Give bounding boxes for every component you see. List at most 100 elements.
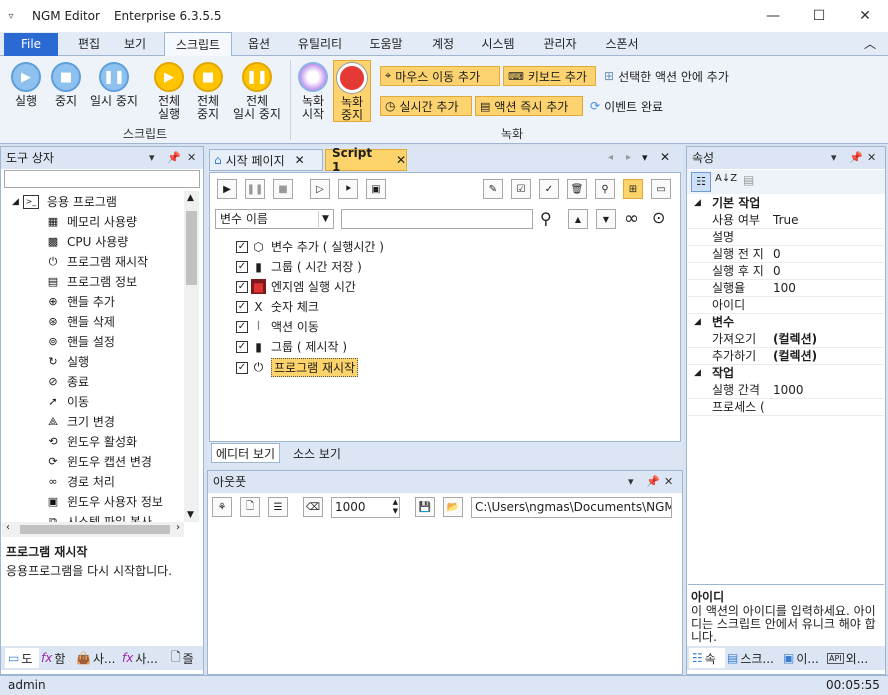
property-row[interactable]: 가져오기 (컬렉션) [688,331,884,348]
tab-image[interactable]: ▣ 이... [783,648,825,668]
dropdown-icon[interactable]: ▾ [628,471,634,493]
expand-icon[interactable]: ◢ [12,197,19,207]
step-over-icon[interactable]: ▣ [366,179,386,199]
tab-list-icon[interactable]: ▾ [642,151,648,164]
tab-external[interactable]: API 외... [827,648,881,668]
run-button[interactable]: ▶ 실행 [8,62,44,108]
action-row[interactable]: ✓ ▮ 그룹 ( 제시작 ) [236,338,347,355]
toolbox-item[interactable]: ▤ 프로그램 정보 [46,273,137,290]
toolbox-item[interactable]: ⏻ 프로그램 재시작 [46,253,148,270]
property-row[interactable]: 추가하기 (컬렉션) [688,348,884,365]
minimize-button[interactable]: — [750,0,796,32]
pin-icon[interactable]: 📌 [167,147,181,169]
toolbox-item[interactable]: ↻ 실행 [46,353,89,370]
property-value[interactable]: 0 [773,246,781,263]
add-in-selected-button[interactable]: ⊞ 선택한 액션 안에 추가 [600,66,750,86]
scroll-right-icon[interactable]: › [176,522,180,533]
property-value[interactable]: True [773,212,799,229]
menu-utility[interactable]: 유틸리티 [292,32,348,56]
toolbox-item[interactable]: ⟁ 크기 변경 [46,413,115,430]
system-menu-icon[interactable]: ▿ [0,11,22,22]
property-row[interactable]: 실행 후 지 0 [688,263,884,280]
menu-options[interactable]: 옵션 [242,32,276,56]
tab-script[interactable]: ▤ 스크... [727,648,781,668]
toolbox-scrollbar[interactable]: ▲ ▼ [184,191,199,522]
scroll-down-icon[interactable]: ▼ [187,510,194,520]
category-basic[interactable]: ◢ 기본 작업 [688,195,884,212]
menu-account[interactable]: 계정 [426,32,460,56]
action-checkbox[interactable]: ✓ [236,260,248,273]
action-row[interactable]: ✓ ▮ 그룹 ( 시간 저장 ) [236,258,362,275]
action-row[interactable]: ✓ X 숫자 체크 [236,298,319,315]
toolbox-item[interactable]: ⟳ 윈도우 캡션 변경 [46,453,152,470]
toolbox-search-input[interactable] [4,170,200,188]
clear-broom-icon[interactable]: ⚘ [212,497,232,517]
edit-icon[interactable]: ✎ [483,179,503,199]
menu-view[interactable]: 보기 [118,32,152,56]
action-checkbox[interactable]: ✓ [236,340,248,353]
stepper-arrows-icon[interactable]: ▲ ▼ [393,498,398,516]
eraser-icon[interactable]: ⌫ [303,497,323,517]
play-icon[interactable]: ▶ [217,179,237,199]
property-row[interactable]: 아이디 [688,297,884,314]
sort-az-icon[interactable]: A↓Z [715,173,737,184]
action-row[interactable]: ✓ ⦚ 액션 이동 [236,318,319,335]
hscroll-thumb[interactable] [20,525,170,534]
output-path-field[interactable]: C:\Users\ngmas\Documents\NGM6\ [471,497,672,518]
loop-icon[interactable]: ∞ [624,208,639,229]
tree-view-icon[interactable]: ⊞ [623,179,643,199]
action-checkbox[interactable]: ✓ [236,320,248,333]
action-row[interactable]: ✓ ■ 엔지엠 실행 시간 [236,278,356,295]
step-icon[interactable]: ▷ [310,179,330,199]
action-checkbox[interactable]: ✓ [236,280,248,293]
scroll-left-icon[interactable]: ‹ [6,522,10,533]
property-value[interactable]: 100 [773,280,796,297]
tab-properties[interactable]: ☷ 속 [689,648,725,668]
menu-system[interactable]: 시스템 [476,32,520,56]
toolbox-item[interactable]: ▣ 윈도우 사용자 정보 [46,493,163,510]
toolbox-hscrollbar[interactable]: ‹ › [2,522,184,537]
property-value[interactable]: (컬렉션) [773,348,817,365]
new-page-icon[interactable]: 🗋 [240,497,260,517]
toolbox-item[interactable]: ➚ 이동 [46,393,89,410]
property-row[interactable]: 실행 간격 1000 [688,382,884,399]
add-keyboard-button[interactable]: ⌨ 키보드 추가 [503,66,596,86]
collapse-icon[interactable]: ◢ [694,195,701,212]
move-down-icon[interactable]: ▼ [596,209,616,229]
move-up-icon[interactable]: ▲ [568,209,588,229]
property-value[interactable]: (컬렉션) [773,331,817,348]
pin-icon[interactable]: 📌 [849,147,863,169]
tab-functions[interactable]: fx 함 [41,648,74,668]
maximize-button[interactable]: ☐ [796,0,842,32]
close-icon[interactable]: ✕ [187,147,196,169]
property-pages-icon[interactable]: ▤ [743,173,754,187]
property-row[interactable]: 사용 여부 True [688,212,884,229]
tab-source-view[interactable]: 소스 보기 [289,443,345,463]
action-row[interactable]: ✓ ⬡ 변수 추가 ( 실행시간 ) [236,238,384,255]
tab-user1[interactable]: 👜 사... [76,648,118,668]
output-count-stepper[interactable]: 1000 ▲ ▼ [331,497,400,518]
menu-script[interactable]: 스크립트 [164,32,232,56]
close-icon[interactable]: ✕ [867,147,876,169]
property-value[interactable]: 1000 [773,382,804,399]
check-all-icon[interactable]: ☑ [511,179,531,199]
add-mouse-move-button[interactable]: ⌖ 마우스 이동 추가 [380,66,500,86]
folder-icon[interactable]: 📂 [443,497,463,517]
more-icon[interactable]: ⊙ [652,208,665,227]
record-start-button[interactable]: 녹화 시작 [296,62,330,121]
toolbox-item[interactable]: ▩ CPU 사용량 [46,233,129,250]
realtime-add-button[interactable]: ◷ 실시간 추가 [380,96,472,116]
chevron-down-icon[interactable]: ▼ [318,211,332,227]
property-row[interactable]: 실행율 100 [688,280,884,297]
category-variable[interactable]: ◢ 변수 [688,314,884,331]
run-all-button[interactable]: ▶ 전체 실행 [150,62,188,121]
filter-select[interactable]: 변수 이름 ▼ [215,209,334,229]
tab-editor-view[interactable]: 에디터 보기 [211,443,281,463]
categorized-icon[interactable]: ☷ [691,172,711,192]
tree-root[interactable]: ◢ >_ 응용 프로그램 [12,193,117,210]
menu-help[interactable]: 도움말 [364,32,408,56]
collapse-icon[interactable]: ◢ [694,314,701,331]
tab-toolbox[interactable]: ▭ 도 [5,648,39,668]
stop-button[interactable]: ■ 중지 [48,62,84,108]
action-checkbox[interactable]: ✓ [236,240,248,253]
